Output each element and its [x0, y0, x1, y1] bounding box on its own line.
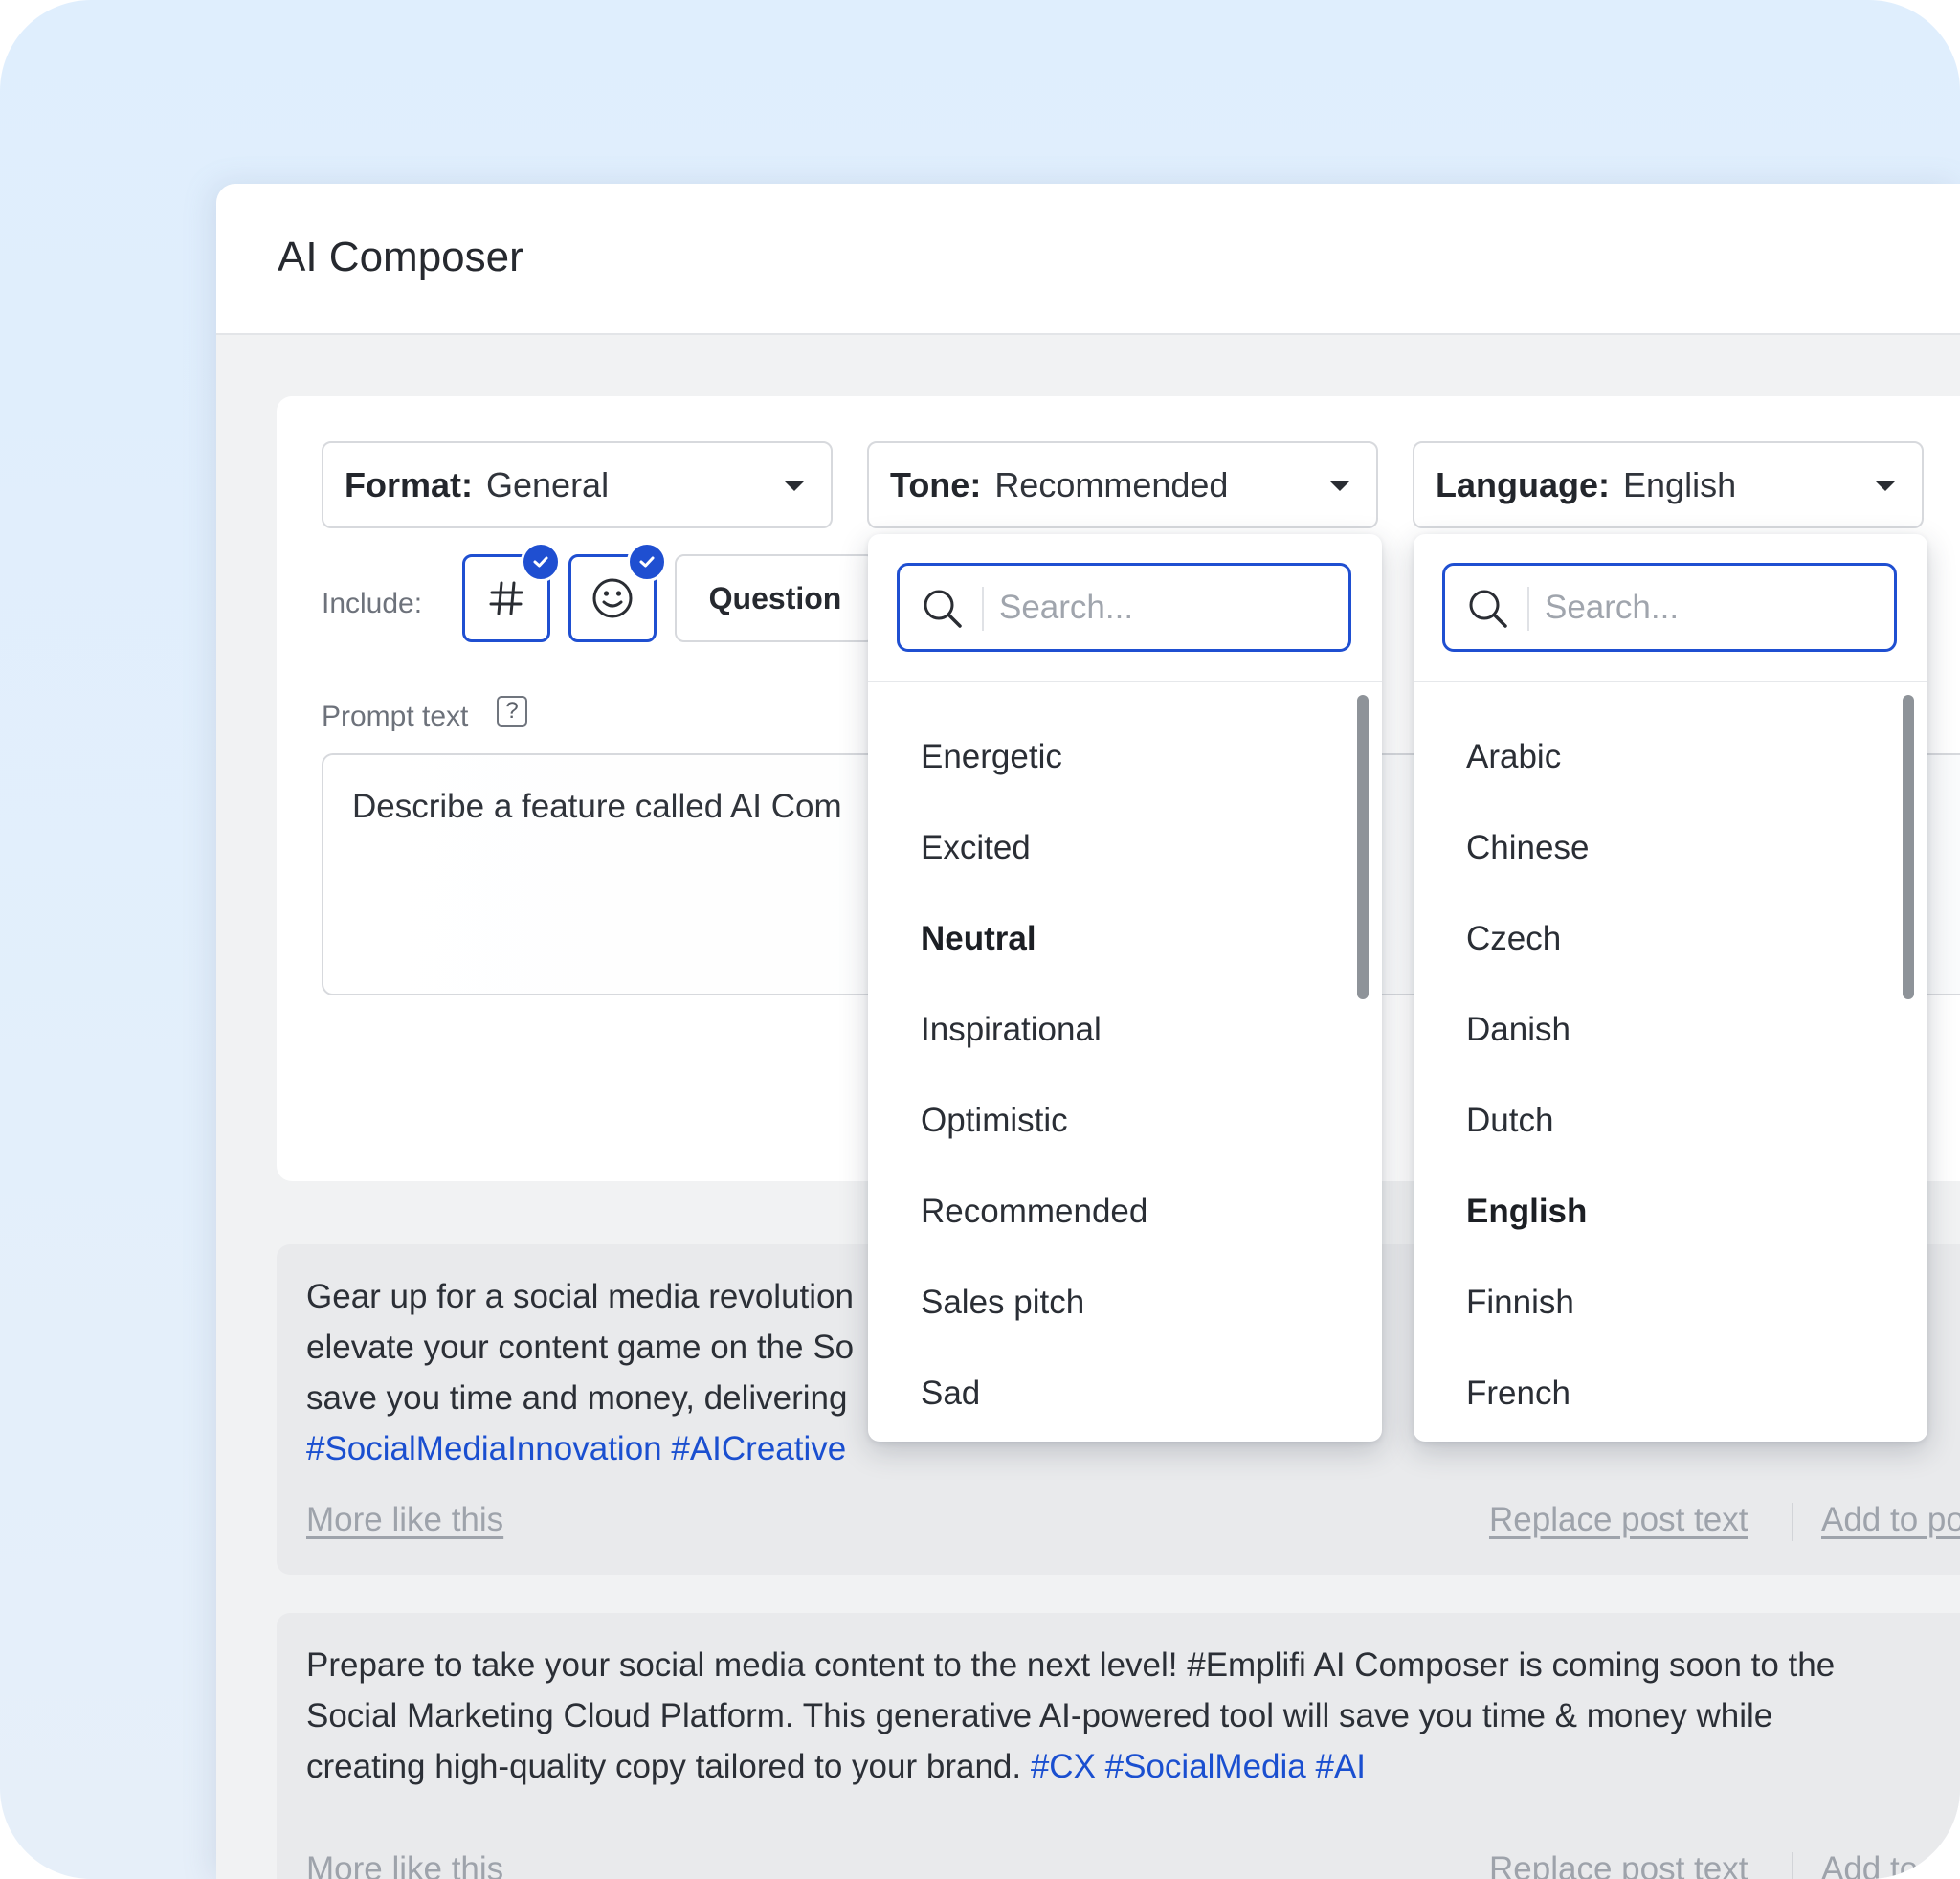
- caret-down-icon: [1330, 481, 1349, 491]
- language-option[interactable]: Czech: [1466, 920, 1561, 958]
- tone-option[interactable]: Recommended: [921, 1193, 1147, 1231]
- more-like-this-link[interactable]: More like this: [306, 1501, 503, 1539]
- checkmark-badge-icon: [627, 542, 667, 582]
- tone-option[interactable]: Excited: [921, 829, 1031, 867]
- question-toggle[interactable]: Question: [675, 554, 876, 642]
- language-option-selected[interactable]: English: [1466, 1193, 1587, 1231]
- tone-option[interactable]: Sales pitch: [921, 1284, 1084, 1322]
- help-icon[interactable]: ?: [497, 696, 527, 727]
- search-icon: [1469, 590, 1507, 628]
- tone-dropdown: Search... Energetic Excited Neutral Insp…: [868, 534, 1382, 1442]
- dropdown-divider: [1414, 681, 1927, 682]
- result-line-text: creating high-quality copy tailored to y…: [306, 1748, 1031, 1785]
- result-text: Prepare to take your social media conten…: [306, 1640, 1960, 1792]
- add-to-post-link[interactable]: Add to post: [1821, 1850, 1960, 1879]
- caret-down-icon: [1876, 481, 1895, 491]
- add-to-post-link[interactable]: Add to post: [1821, 1501, 1960, 1539]
- tone-dropdown-scrollbar[interactable]: [1357, 695, 1369, 999]
- language-option[interactable]: Chinese: [1466, 829, 1589, 867]
- language-dropdown: Search... Arabic Chinese Czech Danish Du…: [1414, 534, 1927, 1442]
- result-line: Social Marketing Cloud Platform. This ge…: [306, 1697, 1773, 1734]
- language-option[interactable]: Dutch: [1466, 1102, 1553, 1140]
- caret-down-icon: [785, 481, 804, 491]
- emoji-toggle[interactable]: [568, 542, 667, 642]
- checkmark-badge-icon: [521, 542, 561, 582]
- language-search-field[interactable]: Search...: [1442, 563, 1897, 652]
- smiley-icon: [592, 578, 633, 618]
- action-divider: [1792, 1852, 1793, 1879]
- tone-option[interactable]: Inspirational: [921, 1011, 1102, 1049]
- result-card: Prepare to take your social media conten…: [277, 1613, 1960, 1879]
- replace-post-text-link[interactable]: Replace post text: [1489, 1850, 1748, 1879]
- search-icon: [924, 590, 962, 628]
- language-search-placeholder: Search...: [1545, 589, 1680, 626]
- tone-search-field[interactable]: Search...: [897, 563, 1351, 652]
- language-option[interactable]: Finnish: [1466, 1284, 1574, 1322]
- action-divider: [1792, 1503, 1793, 1541]
- window-header: AI Composer: [216, 184, 1960, 335]
- tone-select-value: Recommended: [994, 464, 1229, 504]
- language-option[interactable]: Danish: [1466, 1011, 1570, 1049]
- tone-option-selected[interactable]: Neutral: [921, 920, 1036, 958]
- language-select-value: English: [1623, 464, 1737, 504]
- tone-search-placeholder: Search...: [999, 589, 1134, 626]
- hashtag-toggle[interactable]: [462, 542, 561, 642]
- tone-option[interactable]: Sad: [921, 1375, 980, 1413]
- format-select-value: General: [486, 464, 610, 504]
- more-like-this-link[interactable]: More like this: [306, 1850, 503, 1879]
- background-card: AI Composer Format: General Tone: Recomm…: [0, 0, 1960, 1879]
- language-select[interactable]: Language: English: [1413, 441, 1924, 528]
- format-select[interactable]: Format: General: [322, 441, 833, 528]
- replace-post-text-link[interactable]: Replace post text: [1489, 1501, 1748, 1539]
- format-select-label: Format:: [345, 464, 473, 504]
- tone-option[interactable]: Energetic: [921, 738, 1062, 776]
- window-title: AI Composer: [278, 234, 523, 280]
- language-option[interactable]: Arabic: [1466, 738, 1561, 776]
- search-divider: [1527, 587, 1529, 631]
- tone-select-label: Tone:: [890, 464, 982, 504]
- include-label: Include:: [322, 588, 423, 619]
- prompt-text-label: Prompt text: [322, 701, 469, 732]
- language-option[interactable]: French: [1466, 1375, 1570, 1413]
- result-hashtags: #CX #SocialMedia #AI: [1030, 1748, 1367, 1785]
- dropdown-divider: [868, 681, 1382, 682]
- result-line: Prepare to take your social media conten…: [306, 1646, 1836, 1684]
- language-select-label: Language:: [1436, 464, 1611, 504]
- result-line: creating high-quality copy tailored to y…: [306, 1741, 1960, 1792]
- tone-option[interactable]: Optimistic: [921, 1102, 1068, 1140]
- language-dropdown-scrollbar[interactable]: [1903, 695, 1914, 999]
- hashtag-icon: [489, 581, 523, 615]
- search-divider: [982, 587, 984, 631]
- tone-select[interactable]: Tone: Recommended: [867, 441, 1378, 528]
